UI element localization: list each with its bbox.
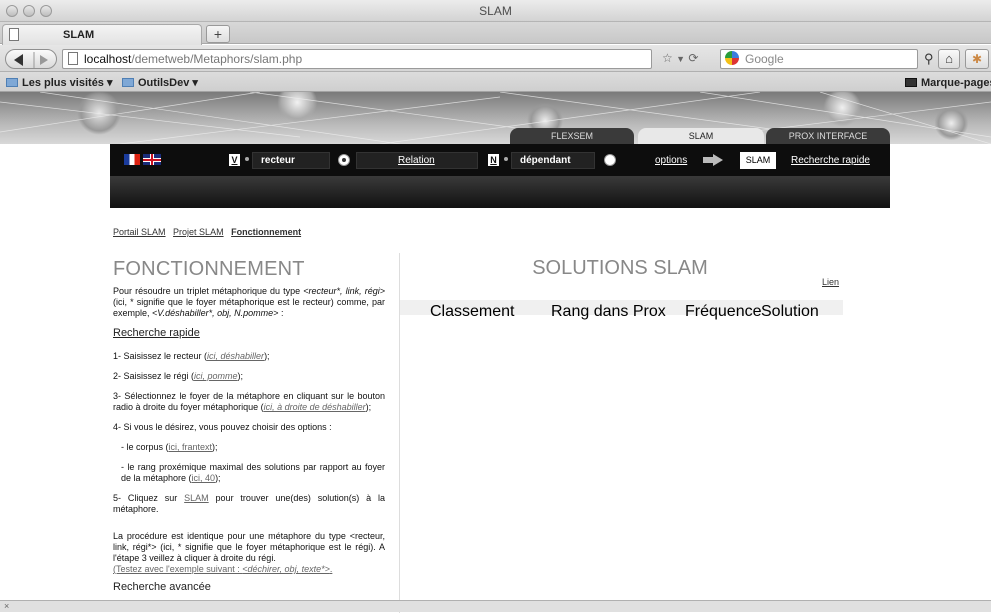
back-arrow-icon[interactable] <box>14 54 23 66</box>
french-flag-icon[interactable] <box>124 154 140 165</box>
page-icon <box>68 52 78 65</box>
separator-dot <box>245 157 249 161</box>
tab-label: SLAM <box>63 29 95 41</box>
arrow-right-icon <box>703 154 723 166</box>
option-rank: - le rang proxémique maximal des solutio… <box>121 462 385 483</box>
close-icon[interactable]: × <box>4 601 9 611</box>
intro-text: Pour résoudre un triplet métaphorique du… <box>113 286 385 318</box>
home-icon[interactable]: ⌂ <box>938 49 960 69</box>
quick-search-heading[interactable]: Recherche rapide <box>113 328 385 339</box>
column-header-rang[interactable]: Rang dans Prox <box>551 303 666 321</box>
results-title: SOLUTIONS SLAM <box>532 257 708 279</box>
bookmarks-menu[interactable]: Marque-pages ▾ <box>905 76 991 89</box>
example-link[interactable]: ici, frantext <box>169 442 213 452</box>
step-3: 3- Sélectionnez le foyer de la métaphore… <box>113 391 385 412</box>
site-tab-slam[interactable]: SLAM <box>638 128 764 144</box>
column-header-solution[interactable]: Solution <box>761 303 819 321</box>
status-bar: × <box>0 600 991 612</box>
recteur-input[interactable]: recteur <box>252 152 330 169</box>
reload-icon[interactable]: ⟳ <box>688 51 698 65</box>
breadcrumb-portail[interactable]: Portail SLAM <box>113 227 166 237</box>
tab-slam[interactable]: SLAM <box>2 24 202 45</box>
window-title: SLAM <box>479 4 512 18</box>
v-category-selector[interactable]: V <box>229 154 240 166</box>
instructions-column: FONCTIONNEMENT Pour résoudre un triplet … <box>113 258 385 593</box>
separator-dot <box>504 157 508 161</box>
n-category-selector[interactable]: N <box>488 154 499 166</box>
url-path: /demetweb/Metaphors/slam.php <box>131 52 303 66</box>
control-bar-lower <box>110 176 890 208</box>
dropdown-icon[interactable]: ▼ <box>676 54 685 64</box>
star-icon[interactable]: ☆ <box>662 51 673 65</box>
folder-icon <box>6 78 18 87</box>
step-5: 5- Cliquez sur SLAM pour trouver une(des… <box>113 493 385 514</box>
back-forward-control <box>5 49 57 69</box>
bookmark-outilsdev[interactable]: OutilsDev ▾ <box>122 76 198 89</box>
test-example-link[interactable]: (Testez avec l'exemple suivant : <déchir… <box>113 564 385 575</box>
procedure-text: La procédure est identique pour une méta… <box>113 531 385 563</box>
slam-link[interactable]: SLAM <box>184 493 209 503</box>
url-controls: ☆ ▼ ⟳ <box>662 51 698 65</box>
search-input[interactable]: Google <box>745 52 784 66</box>
relation-link[interactable]: Relation <box>398 155 435 166</box>
regi-focus-radio[interactable] <box>604 154 616 166</box>
radio-selected-dot <box>342 158 346 162</box>
site-tab-prox-interface[interactable]: PROX INTERFACE <box>766 128 890 144</box>
page-icon <box>9 28 19 41</box>
step-4: 4- Si vous le désirez, vous pouvez chois… <box>113 422 332 432</box>
example-link[interactable]: ici, déshabiller <box>207 351 264 361</box>
lien-link[interactable]: Lien <box>822 277 839 287</box>
step-1: 1- Saisissez le recteur (ici, déshabille… <box>113 351 270 361</box>
extension-icon[interactable]: ✱ <box>965 49 989 69</box>
regi-input[interactable]: dépendant <box>511 152 595 169</box>
quick-search-link[interactable]: Recherche rapide <box>791 155 870 166</box>
options-link[interactable]: options <box>655 155 687 166</box>
section-title: FONCTIONNEMENT <box>113 258 305 280</box>
google-engine-icon[interactable] <box>725 51 739 65</box>
slam-submit-button[interactable]: SLAM <box>740 152 776 169</box>
option-corpus: - le corpus (ici, frantext); <box>121 442 218 452</box>
example-link[interactable]: ici, pomme <box>194 371 238 381</box>
forward-arrow-icon[interactable] <box>40 55 48 65</box>
example-link[interactable]: ici, à droite de déshabiller <box>264 402 366 412</box>
advanced-search-heading: Recherche avancée <box>113 581 211 593</box>
column-header-frequence[interactable]: Fréquence <box>685 303 762 321</box>
folder-icon <box>122 78 134 87</box>
bookmarks-icon <box>905 78 917 87</box>
search-icon[interactable]: ⚲ <box>924 51 934 67</box>
breadcrumb-projet[interactable]: Projet SLAM <box>173 227 224 237</box>
site-tab-flexsem[interactable]: FLEXSEM <box>510 128 634 144</box>
english-flag-icon[interactable] <box>143 154 161 165</box>
url-text[interactable]: localhost/demetweb/Metaphors/slam.php <box>84 52 302 66</box>
column-header-classement[interactable]: Classement <box>430 303 514 321</box>
bookmark-most-visited[interactable]: Les plus visités ▾ <box>6 76 113 89</box>
breadcrumb: Portail SLAM Projet SLAM Fonctionnement <box>113 227 306 237</box>
url-host: localhost <box>84 52 132 66</box>
step-2: 2- Saisissez le régi (ici, pomme); <box>113 371 244 381</box>
breadcrumb-current[interactable]: Fonctionnement <box>231 227 301 237</box>
example-link[interactable]: ici, 40 <box>192 473 216 483</box>
new-tab-button[interactable]: + <box>206 25 230 43</box>
